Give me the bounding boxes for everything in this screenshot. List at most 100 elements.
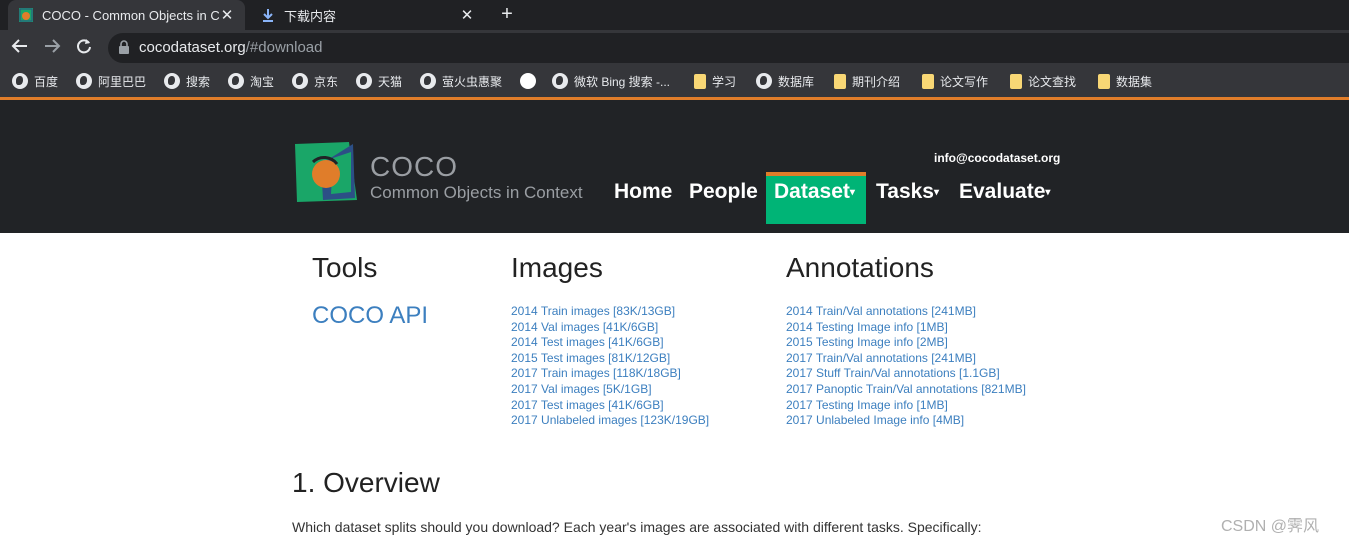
overview-text: Which dataset splits should you download… xyxy=(292,519,982,535)
bookmark-label: 期刊介绍 xyxy=(852,74,901,89)
globe-icon xyxy=(356,73,372,89)
site-header xyxy=(0,100,1349,233)
nav-tasks[interactable]: Tasks▾ xyxy=(876,180,939,204)
globe-icon xyxy=(420,73,436,89)
folder-icon xyxy=(1010,73,1022,89)
bookmark-label: 百度 xyxy=(34,74,59,89)
back-arrow-icon[interactable] xyxy=(8,37,32,59)
globe-icon xyxy=(552,73,568,89)
bookmark-label: 学习 xyxy=(712,74,737,89)
bookmark-label: 论文查找 xyxy=(1028,74,1077,89)
nav-tasks-label: Tasks xyxy=(876,180,934,203)
images-list: 2014 Train images [83K/13GB] 2014 Val ima… xyxy=(511,304,709,429)
bookmark-label: 阿里巴巴 xyxy=(98,74,147,89)
bookmark-item[interactable]: 微软 Bing 搜索 -... xyxy=(552,71,670,91)
close-icon[interactable]: ✕ xyxy=(219,6,235,24)
nav-dataset-label: Dataset xyxy=(774,180,850,203)
image-download-link[interactable]: 2017 Test images [41K/6GB] xyxy=(511,398,709,414)
nav-home[interactable]: Home xyxy=(614,180,672,204)
annotations-list: 2014 Train/Val annotations [241MB] 2014 T… xyxy=(786,304,1026,429)
url-text: cocodataset.org/#download xyxy=(139,39,322,56)
globe-icon xyxy=(12,73,28,89)
new-tab-icon[interactable]: + xyxy=(496,4,518,26)
logo-name: COCO xyxy=(370,151,458,182)
bookmark-label: 数据库 xyxy=(778,74,815,89)
bookmark-item[interactable]: 学习 xyxy=(694,71,736,91)
coco-api-link[interactable]: COCO API xyxy=(312,302,428,330)
bookmark-item[interactable]: 搜索 xyxy=(164,71,210,91)
annotation-download-link[interactable]: 2017 Train/Val annotations [241MB] xyxy=(786,351,1026,367)
globe-icon xyxy=(228,73,244,89)
lock-icon xyxy=(119,40,129,54)
annotation-download-link[interactable]: 2014 Train/Val annotations [241MB] xyxy=(786,304,1026,320)
url-host: cocodataset.org xyxy=(139,39,246,56)
bookmark-item[interactable] xyxy=(520,71,542,91)
image-download-link[interactable]: 2017 Train images [118K/18GB] xyxy=(511,366,709,382)
bookmark-item[interactable]: 数据库 xyxy=(756,71,814,91)
contact-email-link[interactable]: info@cocodataset.org xyxy=(934,151,1060,165)
bookmark-item[interactable]: 期刊介绍 xyxy=(834,71,900,91)
bookmark-label: 萤火虫惠聚 xyxy=(442,74,503,89)
bookmark-item[interactable]: 百度 xyxy=(12,71,58,91)
image-download-link[interactable]: 2017 Unlabeled images [123K/19GB] xyxy=(511,413,709,429)
globe-icon xyxy=(292,73,308,89)
circle-icon xyxy=(520,73,536,89)
annotation-download-link[interactable]: 2017 Stuff Train/Val annotations [1.1GB] xyxy=(786,366,1026,382)
bookmark-label: 天猫 xyxy=(378,74,403,89)
bookmark-item[interactable]: 萤火虫惠聚 xyxy=(420,71,502,91)
database-icon xyxy=(756,73,772,89)
url-path: /#download xyxy=(245,39,323,56)
images-heading: Images xyxy=(511,252,603,283)
image-download-link[interactable]: 2014 Test images [41K/6GB] xyxy=(511,335,709,351)
bookmark-label: 搜索 xyxy=(186,74,211,89)
reload-icon[interactable] xyxy=(72,37,96,59)
folder-icon xyxy=(1098,73,1110,89)
folder-icon xyxy=(694,73,706,89)
image-download-link[interactable]: 2017 Val images [5K/1GB] xyxy=(511,382,709,398)
forward-arrow-icon[interactable] xyxy=(40,37,64,59)
bookmark-item[interactable]: 论文查找 xyxy=(1010,71,1076,91)
caret-down-icon: ▾ xyxy=(934,186,940,198)
bookmark-label: 微软 Bing 搜索 -... xyxy=(574,74,671,89)
bookmark-label: 论文写作 xyxy=(940,74,989,89)
tools-heading: Tools xyxy=(312,252,378,283)
bookmark-label: 数据集 xyxy=(1116,74,1153,89)
bookmark-item[interactable]: 天猫 xyxy=(356,71,402,91)
tab-downloads[interactable]: 下载内容 ✕ xyxy=(250,0,485,30)
bookmark-item[interactable]: 论文写作 xyxy=(922,71,988,91)
download-icon xyxy=(263,9,273,22)
image-download-link[interactable]: 2015 Test images [81K/12GB] xyxy=(511,351,709,367)
tab-coco[interactable]: COCO - Common Objects in C ✕ xyxy=(8,0,245,30)
nav-people[interactable]: People xyxy=(689,180,758,204)
bookmark-item[interactable]: 数据集 xyxy=(1098,71,1152,91)
annotation-download-link[interactable]: 2017 Panoptic Train/Val annotations [821… xyxy=(786,382,1026,398)
bookmark-label: 淘宝 xyxy=(250,74,275,89)
folder-icon xyxy=(922,73,934,89)
caret-down-icon: ▾ xyxy=(1045,186,1051,198)
close-icon[interactable]: ✕ xyxy=(459,6,475,24)
annotations-heading: Annotations xyxy=(786,252,934,283)
nav-dataset[interactable]: Dataset▾ xyxy=(774,180,855,204)
image-download-link[interactable]: 2014 Train images [83K/13GB] xyxy=(511,304,709,320)
nav-evaluate[interactable]: Evaluate▾ xyxy=(959,180,1050,204)
bookmark-item[interactable]: 阿里巴巴 xyxy=(76,71,146,91)
coco-logo-icon[interactable] xyxy=(293,140,359,204)
annotation-download-link[interactable]: 2015 Testing Image info [2MB] xyxy=(786,335,1026,351)
watermark: CSDN @霁风 xyxy=(1221,518,1320,535)
annotation-download-link[interactable]: 2017 Testing Image info [1MB] xyxy=(786,398,1026,414)
annotation-download-link[interactable]: 2014 Testing Image info [1MB] xyxy=(786,320,1026,336)
bookmark-item[interactable]: 淘宝 xyxy=(228,71,274,91)
tab-title: COCO - Common Objects in C xyxy=(42,7,219,23)
folder-icon xyxy=(834,73,846,89)
overview-heading: 1. Overview xyxy=(292,467,440,498)
globe-icon xyxy=(164,73,180,89)
bookmark-item[interactable]: 京东 xyxy=(292,71,338,91)
tab-title: 下载内容 xyxy=(284,8,337,24)
annotation-download-link[interactable]: 2017 Unlabeled Image info [4MB] xyxy=(786,413,1026,429)
globe-icon xyxy=(76,73,92,89)
image-download-link[interactable]: 2014 Val images [41K/6GB] xyxy=(511,320,709,336)
nav-evaluate-label: Evaluate xyxy=(959,180,1046,203)
logo-subtitle: Common Objects in Context xyxy=(370,183,583,202)
caret-down-icon: ▾ xyxy=(849,186,855,198)
coco-favicon-icon xyxy=(19,8,33,22)
